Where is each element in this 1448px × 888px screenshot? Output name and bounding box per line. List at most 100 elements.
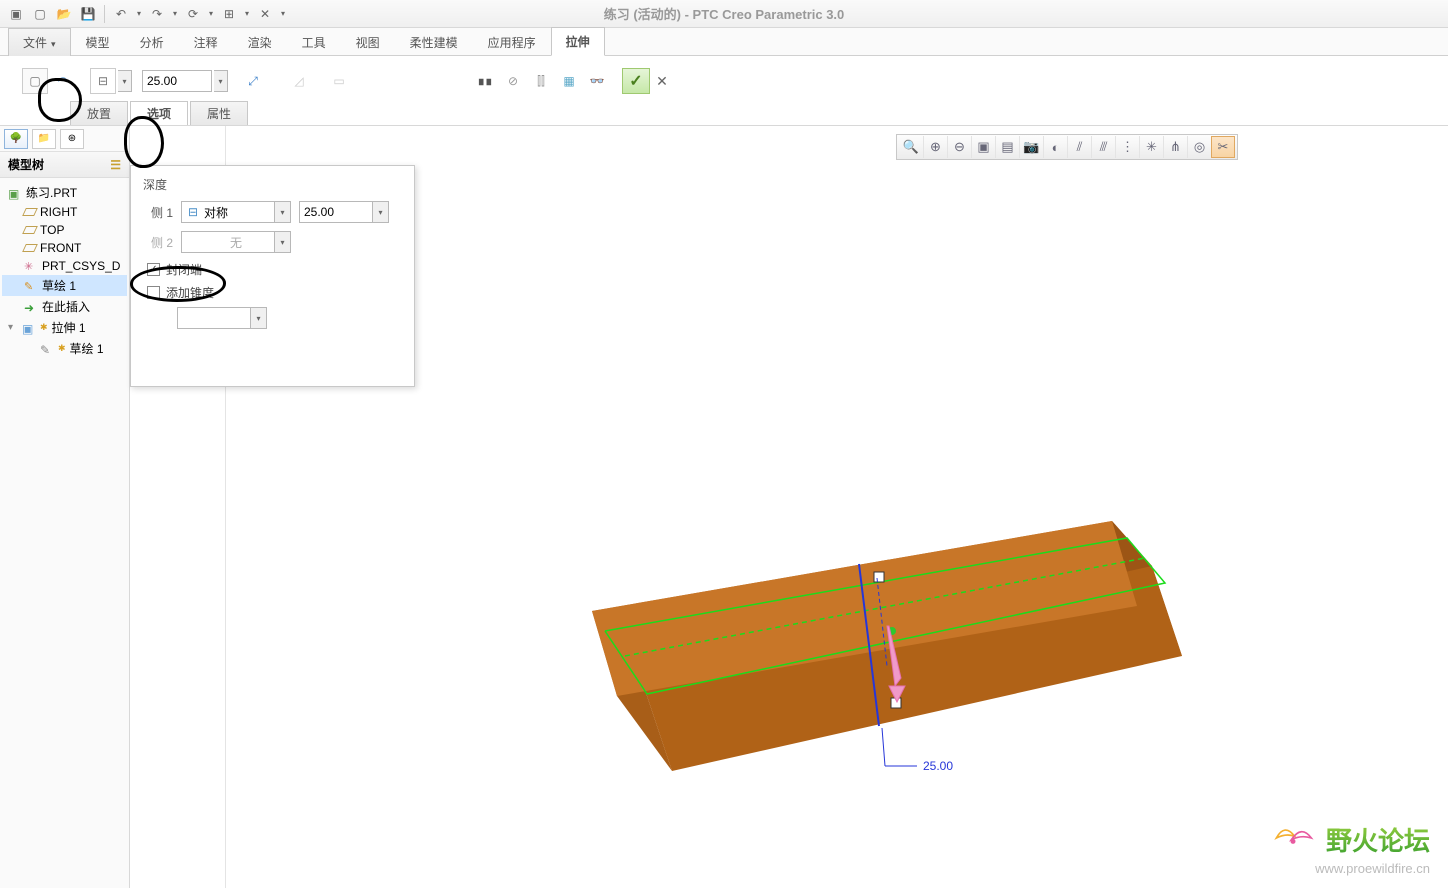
regen-drop-icon[interactable]: ▾ xyxy=(206,3,216,25)
tree-item-label: FRONT xyxy=(40,241,81,255)
model-tree-title: 模型树 xyxy=(8,156,44,173)
tree-settings-icon[interactable]: ☰ xyxy=(110,158,121,172)
perspective-icon[interactable]: ✂ xyxy=(1211,136,1235,158)
zoom-in-icon[interactable]: ⊕ xyxy=(923,136,947,158)
save-icon[interactable]: 💾 xyxy=(77,3,99,25)
no-preview-icon[interactable]: ⊘ xyxy=(500,68,526,94)
tree-item[interactable]: FRONT xyxy=(2,239,127,257)
insert-here-icon: ➜ xyxy=(24,301,38,313)
thicken-icon[interactable]: ▭ xyxy=(326,68,352,94)
depth-type-icon[interactable]: ⊟ xyxy=(90,68,116,94)
flip-icon[interactable]: ⤢ xyxy=(240,68,266,94)
tab-model[interactable]: 模型 xyxy=(71,28,125,56)
tab-annotate[interactable]: 注释 xyxy=(179,28,233,56)
surface-type-icon[interactable]: ◠ xyxy=(50,68,76,94)
csys-icon: ✳ xyxy=(24,260,38,272)
redo-drop-icon[interactable]: ▾ xyxy=(170,3,180,25)
watermark-logo-icon xyxy=(1268,820,1318,859)
model-tree-tab-icon[interactable]: 🌳 xyxy=(4,129,28,149)
window-title: 练习 (活动的) - PTC Creo Parametric 3.0 xyxy=(604,4,845,23)
ok-button[interactable]: ✓ xyxy=(622,68,650,94)
subtab-properties[interactable]: 属性 xyxy=(190,101,248,125)
undo-drop-icon[interactable]: ▾ xyxy=(134,3,144,25)
star-icon: ✱ xyxy=(40,322,48,333)
watermark-url: www.proewildfire.cn xyxy=(1268,861,1430,876)
watermark: 野火论坛 www.proewildfire.cn xyxy=(1268,820,1430,876)
sketch-icon: ✎ xyxy=(24,280,38,292)
drag-handle-top[interactable] xyxy=(874,572,884,582)
tree-item-extrude[interactable]: ▾ ▣ ✱ 拉伸 1 xyxy=(2,317,127,338)
tree-item[interactable]: ✳PRT_CSYS_D xyxy=(2,257,127,275)
model-tree-header: 模型树 ☰ xyxy=(0,152,129,178)
solid-type-icon[interactable]: ▢ xyxy=(22,68,48,94)
subtab-placement[interactable]: 放置 xyxy=(70,101,128,125)
side1-type-combo[interactable]: ⊟ 对称 ▾ xyxy=(181,201,291,223)
display-style-icon[interactable]: ◐ xyxy=(1043,136,1067,158)
windows-icon[interactable]: ⊞ xyxy=(218,3,240,25)
depth-type-drop[interactable]: ▾ xyxy=(118,70,132,92)
tab-render[interactable]: 渲染 xyxy=(233,28,287,56)
taper-value-combo: ▾ xyxy=(177,307,267,329)
zoom-out-icon[interactable]: ⊖ xyxy=(947,136,971,158)
side1-value: 25.00 xyxy=(304,205,334,219)
refit-icon[interactable]: 🔍 xyxy=(899,136,923,158)
view-manager-icon[interactable]: 📷 xyxy=(1019,136,1043,158)
saved-views-icon[interactable]: ▤ xyxy=(995,136,1019,158)
remove-material-icon[interactable]: ◿ xyxy=(286,68,312,94)
tab-extrude[interactable]: 拉伸 xyxy=(551,27,605,56)
repaint-icon[interactable]: ▣ xyxy=(971,136,995,158)
side1-value-combo[interactable]: 25.00 ▾ xyxy=(299,201,389,223)
verify-icon[interactable]: ⫿⫿ xyxy=(528,68,554,94)
app-icon[interactable]: ▣ xyxy=(5,3,27,25)
tab-apps[interactable]: 应用程序 xyxy=(473,28,551,56)
depth-input[interactable] xyxy=(142,70,212,92)
tab-view[interactable]: 视图 xyxy=(341,28,395,56)
close-icon[interactable]: ✕ xyxy=(254,3,276,25)
tab-flex[interactable]: 柔性建模 xyxy=(395,28,473,56)
subtab-options[interactable]: 选项 xyxy=(130,101,188,125)
datum-point-icon[interactable]: ⋮ xyxy=(1115,136,1139,158)
windows-drop-icon[interactable]: ▾ xyxy=(242,3,252,25)
model-tree: ▣ 练习.PRT RIGHT TOP FRONT ✳PRT_CSYS_D ✎草绘… xyxy=(0,178,129,363)
tab-file[interactable]: 文件 ▾ xyxy=(8,28,71,56)
regen-icon[interactable]: ⟳ xyxy=(182,3,204,25)
tree-item-insert[interactable]: ➜在此插入 xyxy=(2,296,127,317)
tab-analysis[interactable]: 分析 xyxy=(125,28,179,56)
tree-root[interactable]: ▣ 练习.PRT xyxy=(2,182,127,203)
open-icon[interactable]: 📂 xyxy=(53,3,75,25)
chevron-down-icon: ▾ xyxy=(274,232,290,252)
tree-item[interactable]: TOP xyxy=(2,221,127,239)
dimension[interactable]: 25.00 xyxy=(882,728,953,773)
chevron-down-icon: ▾ xyxy=(372,202,388,222)
folder-tab-icon[interactable]: 📁 xyxy=(32,129,56,149)
tree-item-sketch-child[interactable]: ✎ ✱ 草绘 1 xyxy=(2,338,127,359)
tree-collapse-icon[interactable]: ▾ xyxy=(8,322,18,333)
redo-icon[interactable]: ↷ xyxy=(146,3,168,25)
cancel-button[interactable]: ✕ xyxy=(652,73,672,90)
undo-icon[interactable]: ↶ xyxy=(110,3,132,25)
preview-icon[interactable]: ▦ xyxy=(556,68,582,94)
ribbon-tabs: 文件 ▾ 模型 分析 注释 渲染 工具 视图 柔性建模 应用程序 拉伸 xyxy=(0,28,1448,56)
glasses-icon[interactable]: 👓 xyxy=(584,68,610,94)
annotation-display-icon[interactable]: ⋔ xyxy=(1163,136,1187,158)
tab-file-label: 文件 xyxy=(23,36,47,50)
plane-icon xyxy=(22,226,38,234)
tree-item[interactable]: RIGHT xyxy=(2,203,127,221)
new-icon[interactable]: ▢ xyxy=(29,3,51,25)
closed-ends-checkbox[interactable]: ✓ 封闭端 xyxy=(147,261,402,278)
datum-plane-icon[interactable]: ⫽ xyxy=(1067,136,1091,158)
dimension-value[interactable]: 25.00 xyxy=(923,759,953,773)
favorites-tab-icon[interactable]: ⊛ xyxy=(60,129,84,149)
chevron-down-icon: ▾ xyxy=(51,39,56,49)
add-taper-checkbox[interactable]: 添加锥度 xyxy=(147,284,402,301)
part-icon: ▣ xyxy=(8,187,22,199)
datum-axis-icon[interactable]: ⫻ xyxy=(1091,136,1115,158)
csys-display-icon[interactable]: ✳ xyxy=(1139,136,1163,158)
depth-value-drop[interactable]: ▾ xyxy=(214,70,228,92)
spin-center-icon[interactable]: ◎ xyxy=(1187,136,1211,158)
more-drop-icon[interactable]: ▾ xyxy=(278,3,288,25)
pause-icon[interactable]: ∎∎ xyxy=(472,68,498,94)
dashboard-subtabs: 放置 选项 属性 xyxy=(70,101,250,125)
tab-tools[interactable]: 工具 xyxy=(287,28,341,56)
tree-item-sketch[interactable]: ✎草绘 1 xyxy=(2,275,127,296)
